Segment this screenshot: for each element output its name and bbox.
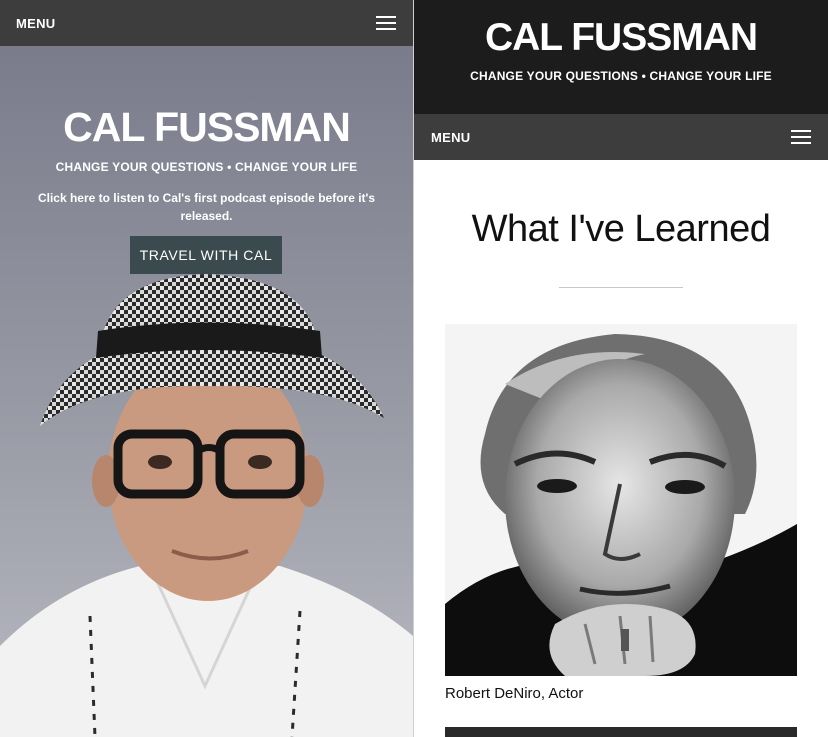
travel-with-cal-button[interactable]: TRAVEL WITH CAL <box>130 236 282 274</box>
menu-label[interactable]: MENU <box>431 130 470 145</box>
featured-portrait-image[interactable] <box>445 324 797 676</box>
site-tagline: CHANGE YOUR QUESTIONS • CHANGE YOUR LIFE <box>55 160 358 174</box>
site-title[interactable]: CAL FUSSMAN <box>414 16 828 60</box>
next-portrait-image[interactable] <box>445 727 797 737</box>
portrait-caption[interactable]: Robert DeNiro, Actor <box>445 685 583 702</box>
hamburger-icon[interactable] <box>791 130 811 144</box>
right-menu-bar: MENU <box>414 114 828 160</box>
site-tagline: CHANGE YOUR QUESTIONS • CHANGE YOUR LIFE <box>470 69 772 83</box>
left-menu-bar: MENU <box>0 0 413 46</box>
section-divider <box>559 287 683 288</box>
podcast-link[interactable]: Click here to listen to Cal's first podc… <box>30 189 383 225</box>
site-header: CAL FUSSMAN CHANGE YOUR QUESTIONS • CHAN… <box>414 0 828 114</box>
section-title: What I've Learned <box>471 208 771 250</box>
menu-label[interactable]: MENU <box>16 16 55 31</box>
site-title: CAL FUSSMAN <box>63 104 351 150</box>
hamburger-icon[interactable] <box>376 16 396 30</box>
mobile-content-screen: CAL FUSSMAN CHANGE YOUR QUESTIONS • CHAN… <box>414 0 828 737</box>
mobile-hero-screen: MENU CAL FUSSMAN CHANGE YOUR QUESTIONS •… <box>0 0 413 737</box>
